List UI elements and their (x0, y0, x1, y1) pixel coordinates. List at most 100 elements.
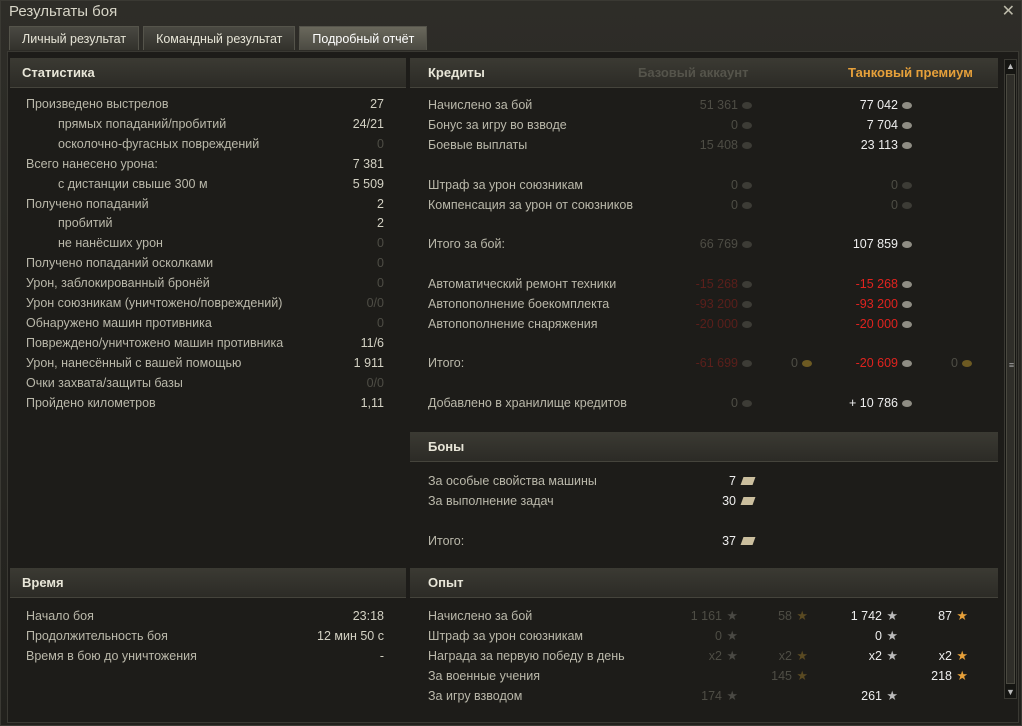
stat-row: не нанёсших урон 0 (26, 233, 384, 253)
credit-base-value: 0 (731, 118, 738, 132)
credit-premium-value: -20 609 (855, 356, 898, 370)
battle-results-window: Результаты боя ✕ Личный результат Команд… (0, 0, 1022, 726)
exp-row: Награда за первую победу в день x2 ★ x2 ★ x2 ★… (428, 646, 988, 666)
exp-row: За военные учения 145 ★ 218 ★ (428, 666, 988, 686)
exp-value: 0 (875, 629, 882, 643)
stat-value: 0/0 (366, 375, 384, 390)
stat-row: Произведено выстрелов 27 (26, 94, 384, 114)
time-value: - (379, 649, 384, 663)
stat-label: Повреждено/уничтожено машин противника (26, 335, 284, 350)
scroll-thumb[interactable]: ≡ (1006, 74, 1015, 684)
credit-icon (742, 400, 752, 407)
credit-icon (902, 321, 912, 328)
stat-value: 11/6 (360, 335, 384, 350)
credit-base-value: -15 268 (695, 277, 738, 291)
stat-value: 2 (377, 216, 384, 231)
stat-label: Очки захвата/защиты базы (26, 375, 183, 390)
exp-label: За военные учения (428, 669, 540, 683)
credit-base-value: 66 769 (699, 237, 738, 251)
stat-label: пробитий (58, 216, 113, 231)
time-header: Время (10, 568, 406, 598)
credits-title: Кредиты (428, 65, 485, 80)
statistics-header: Статистика (10, 58, 406, 88)
time-title: Время (22, 575, 64, 590)
stat-row: Получено попаданий 2 (26, 194, 384, 214)
time-row: Продолжительность боя 12 мин 50 с (26, 626, 384, 646)
credit-premium-value: -93 200 (855, 297, 898, 311)
time-row: Начало боя 23:18 (26, 606, 384, 626)
tab-bar: Личный результат Командный результат Под… (9, 26, 431, 50)
credit-row: Итого: -61 699 -20 609 0 0 (428, 353, 988, 373)
exp-value: 0 (715, 629, 722, 643)
stat-label: Урон союзникам (уничтожено/повреждений) (26, 296, 283, 310)
stat-value: 0 (377, 256, 384, 271)
exp-value: 218 (931, 669, 952, 683)
stat-value: 0 (377, 276, 384, 291)
credit-premium-value: 107 859 (852, 237, 898, 251)
credit-icon (742, 321, 752, 328)
stat-row: Пройдено километров 1,11 (26, 393, 384, 413)
bond-label: Итого: (428, 534, 465, 548)
credit-icon (742, 182, 752, 189)
scroll-up-icon[interactable]: ▲ (1005, 60, 1016, 72)
credit-label: Автопополнение боекомплекта (428, 297, 610, 311)
credit-row: Добавлено в хранилище кредитов 0 + 10 786 (428, 393, 988, 413)
credit-label: Штраф за урон союзникам (428, 178, 584, 192)
credit-icon (742, 360, 752, 367)
stat-row: Получено попаданий осколками 0 (26, 253, 384, 273)
star-icon: ★ (956, 668, 968, 683)
exp-value: 174 (701, 689, 722, 703)
star-icon: ★ (956, 608, 968, 623)
scroll-down-icon[interactable]: ▼ (1005, 686, 1016, 698)
credit-base-value: 15 408 (699, 138, 738, 152)
credit-icon (902, 142, 912, 149)
exp-value: 87 (938, 609, 952, 623)
stat-row: Обнаружено машин противника 0 (26, 313, 384, 333)
credit-premium-value: 23 113 (860, 138, 898, 152)
stat-value: 24/21 (352, 116, 384, 131)
scrollbar[interactable]: ▲ ≡ ▼ (1004, 59, 1017, 699)
credit-base-value: 0 (731, 178, 738, 192)
exp-row: Начислено за бой 1 161 ★ 58 ★ 1 742 ★ 87 ★ (428, 606, 988, 626)
credit-icon (902, 202, 912, 209)
stat-value: 1 911 (353, 355, 384, 370)
credit-premium-value: 7 704 (866, 118, 898, 132)
stat-label: осколочно-фугасных повреждений (58, 136, 260, 151)
credit-base-value: 0 (731, 198, 738, 212)
stat-label: Получено попаданий осколками (26, 256, 214, 271)
credit-icon (742, 122, 752, 129)
exp-value: 58 (778, 609, 792, 623)
exp-label: Награда за первую победу в день (428, 649, 625, 663)
tab-personal-result[interactable]: Личный результат (9, 26, 140, 50)
stat-row: Очки захвата/защиты базы 0/0 (26, 373, 384, 393)
time-value: 23:18 (352, 609, 384, 623)
stat-row: Урон, нанесённый с вашей помощью 1 911 (26, 353, 384, 373)
credit-row: Автопополнение снаряжения -20 000 -20 000 (428, 314, 988, 334)
credit-icon (742, 241, 752, 248)
exp-value: x2 (938, 649, 952, 663)
credit-base-value: -93 200 (695, 297, 738, 311)
tab-team-result[interactable]: Командный результат (143, 26, 296, 50)
credit-base-value: -20 000 (695, 317, 738, 331)
stat-value: 7 381 (352, 156, 384, 171)
window-title: Результаты боя (9, 3, 118, 20)
credit-icon (902, 400, 912, 407)
stat-value: 0 (377, 136, 384, 151)
credit-label: Автоматический ремонт техники (428, 277, 617, 291)
stat-label: Урон, заблокированный бронёй (26, 276, 210, 291)
bond-value: 37 (722, 534, 736, 548)
credit-row: Штраф за урон союзникам 0 0 (428, 175, 988, 195)
credit-icon (742, 301, 752, 308)
credit-label: Добавлено в хранилище кредитов (428, 396, 627, 410)
credit-row: Начислено за бой 51 361 77 042 (428, 95, 988, 115)
close-icon[interactable]: ✕ (1002, 1, 1015, 21)
stat-row: осколочно-фугасных повреждений 0 (26, 134, 384, 154)
tab-detailed-report[interactable]: Подробный отчёт (299, 26, 428, 50)
gold-premium-value: 0 (951, 356, 958, 370)
credit-row: Автоматический ремонт техники -15 268 -15 … (428, 274, 988, 294)
credit-premium-value: 0 (891, 198, 898, 212)
credits-header: Кредиты Базовый аккаунт Танковый премиум (410, 58, 998, 88)
exp-row: За игру взводом 174 ★ 261 ★ (428, 686, 988, 706)
time-row: Время в бою до уничтожения - (26, 646, 384, 666)
bonds-header: Боны (410, 432, 998, 462)
